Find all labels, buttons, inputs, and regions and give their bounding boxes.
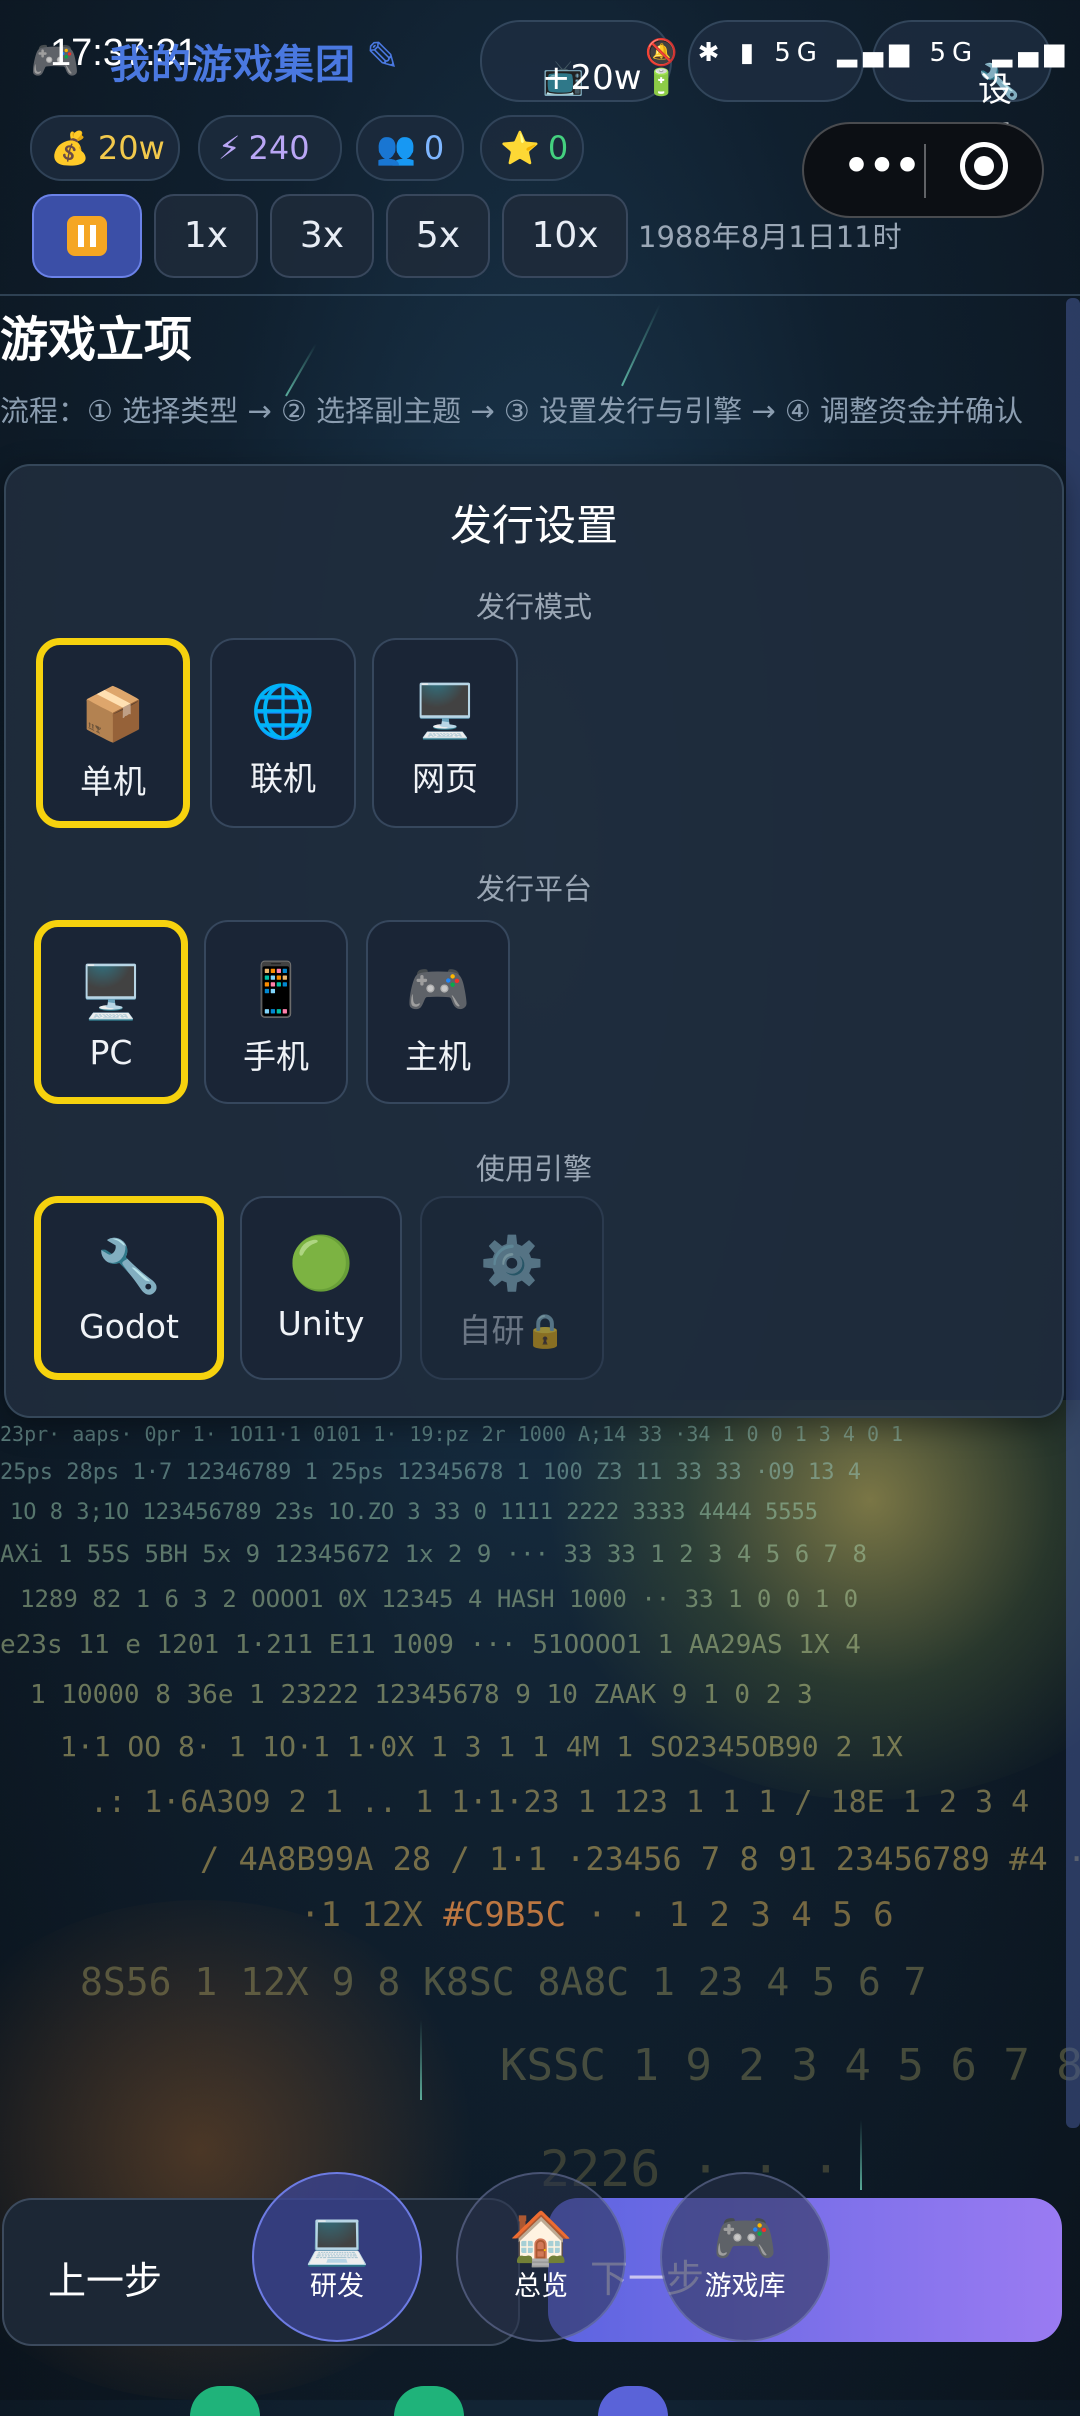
computer-icon: 🖥️	[412, 682, 478, 742]
platform-option-pc[interactable]: 🖥️ PC	[34, 920, 188, 1104]
fans-resource: 👥 0	[356, 115, 464, 181]
mode-option-label: 网页	[412, 759, 478, 798]
mode-option-label: 联机	[250, 759, 316, 798]
engine-option-label: Unity	[277, 1304, 365, 1343]
pause-button[interactable]	[32, 194, 142, 278]
ad-reward-button[interactable]: 📺 +20w	[480, 20, 672, 102]
mode-section-label: 发行模式	[475, 590, 592, 624]
star-icon: ⭐	[500, 129, 540, 167]
lightning-icon: ⚡	[218, 129, 241, 167]
engine-option-godot[interactable]: 🔧 Godot	[34, 1196, 224, 1380]
gamepad-icon: 🎮	[405, 960, 471, 1020]
nav-label: 研发	[310, 2271, 364, 2302]
mode-option-label: 单机	[80, 762, 146, 801]
money-value: 20w	[97, 129, 165, 167]
previous-step-label: 上一步	[48, 2259, 163, 2303]
panel-title: 发行设置	[449, 501, 618, 550]
green-circle-icon: 🟢	[288, 1234, 354, 1294]
pause-icon	[67, 216, 107, 256]
platform-option-mobile[interactable]: 📱 手机	[204, 920, 348, 1104]
home-icon: 🏠	[508, 2209, 574, 2269]
nav-develop[interactable]: 💻 研发	[252, 2172, 422, 2342]
speed-1x-button[interactable]: 1x	[154, 194, 258, 278]
scrollbar[interactable]	[1066, 298, 1080, 2128]
page-title: 游戏立项	[0, 312, 193, 368]
speed-3x-button[interactable]: 3x	[270, 194, 374, 278]
wrench-icon: 🔧	[96, 1237, 162, 1297]
nav-overview[interactable]: 🏠 总览	[456, 2172, 626, 2342]
laptop-icon: 💻	[304, 2209, 370, 2269]
edit-pencil-icon[interactable]: ✎	[366, 34, 400, 80]
mode-option-web[interactable]: 🖥️ 网页	[372, 638, 518, 828]
publish-settings-panel: 发行设置 发行模式 📦 单机 🌐 联机 🖥️ 网页 发行平台 🖥️ PC 📱 手…	[4, 464, 1064, 1418]
ad-reward-label: +20w	[542, 58, 642, 98]
people-icon: 👥	[376, 129, 416, 167]
engine-section-label: 使用引擎	[475, 1152, 592, 1186]
status-bar: 🎮 17:37:31 我的游戏集团 ✎ 📺+20w 🔧设置 🔕 ✱ ▮ 5G ▂…	[0, 0, 1080, 159]
desktop-icon: 🖥️	[78, 963, 144, 1023]
speed-10x-button[interactable]: 10x	[502, 194, 628, 278]
nav-label: 总览	[514, 2271, 568, 2302]
app-title: 我的游戏集团	[110, 42, 356, 88]
header-divider	[0, 294, 1080, 296]
platform-section-label: 发行平台	[475, 872, 592, 906]
light-streak	[621, 303, 661, 387]
platform-option-label: 主机	[405, 1037, 471, 1076]
mode-option-single[interactable]: 📦 单机	[36, 638, 190, 828]
phone-icon: 📱	[243, 960, 309, 1020]
system-status-icons: 🔕 ✱ ▮ 5G ▂▄▆ 5G ▂▄▆ 🔋	[645, 38, 1071, 98]
engine-option-custom[interactable]: ⚙️ 自研🔒	[420, 1196, 604, 1380]
star-resource: ⭐ 0	[480, 115, 584, 181]
gear-icon: ⚙️	[479, 1234, 545, 1294]
game-date: 1988年8月1日11时	[638, 220, 902, 254]
engine-option-label: Godot	[79, 1307, 179, 1346]
mode-option-online[interactable]: 🌐 联机	[210, 638, 356, 828]
flow-steps: 流程：① 选择类型 → ② 选择副主题 → ③ 设置发行与引擎 → ④ 调整资金…	[0, 394, 1024, 428]
platform-option-label: 手机	[243, 1037, 309, 1076]
speed-5x-button[interactable]: 5x	[386, 194, 490, 278]
close-miniprogram-icon[interactable]	[960, 142, 1008, 190]
nav-game-library[interactable]: 🎮 游戏库	[660, 2172, 830, 2342]
gamepad-icon: 🎮	[712, 2209, 778, 2269]
more-options-icon[interactable]: •••	[840, 138, 922, 198]
globe-icon: 🌐	[250, 682, 316, 742]
fans-value: 0	[423, 129, 445, 167]
engine-option-unity[interactable]: 🟢 Unity	[240, 1196, 402, 1380]
energy-resource: ⚡ 240	[198, 115, 342, 181]
miniprogram-capsule: •••	[802, 122, 1044, 218]
nav-label: 游戏库	[704, 2271, 786, 2302]
star-value: 0	[547, 129, 569, 167]
platform-option-console[interactable]: 🎮 主机	[366, 920, 510, 1104]
energy-value: 240	[248, 129, 310, 167]
engine-option-label: 自研🔒	[458, 1311, 566, 1350]
platform-option-label: PC	[89, 1033, 133, 1072]
money-resource: 💰 20w	[30, 115, 180, 181]
money-bag-icon: 💰	[50, 129, 90, 167]
package-icon: 📦	[80, 685, 146, 745]
